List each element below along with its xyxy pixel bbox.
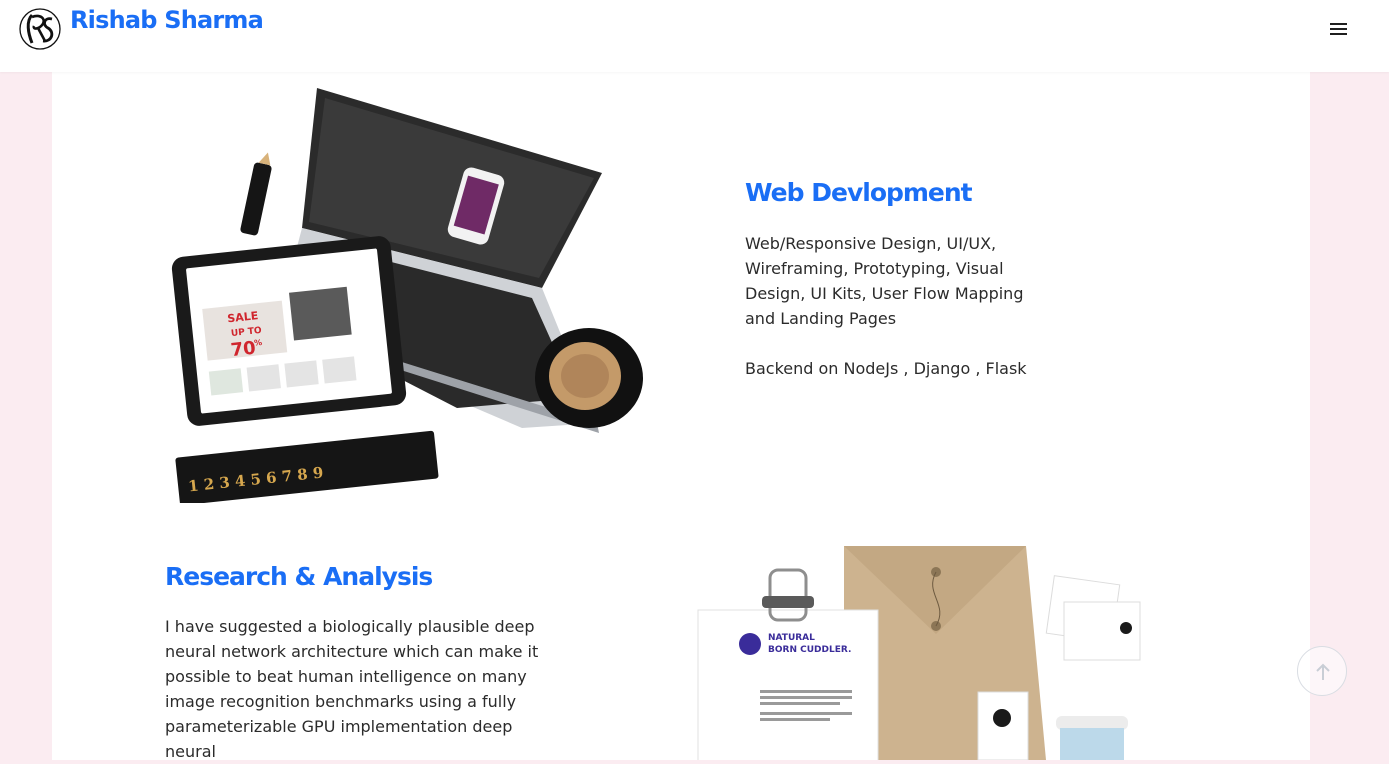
sale-value: 70 [230, 338, 257, 362]
coffee-cup-illustration [535, 328, 643, 428]
ruler-illustration: 1 2 3 4 5 6 7 8 9 [175, 430, 439, 503]
rs-monogram-logo[interactable] [18, 7, 62, 51]
laptop-tablet-coffee-mockup: SALE UP TO 70 % 1 2 3 4 5 6 7 8 9 [171, 88, 643, 503]
service-description-research: I have suggested a biologically plausibl… [165, 614, 565, 764]
sale-unit: % [254, 338, 263, 348]
service-description-text: I have suggested a biologically plausibl… [165, 617, 539, 761]
service-title-web-development: Web Devlopment [745, 178, 973, 207]
brand-line-1: NATURAL [768, 633, 815, 643]
pencil-illustration [240, 152, 272, 236]
service-description-web-development: Web/Responsive Design, UI/UX, Wireframin… [745, 231, 1057, 381]
back-to-top-button[interactable] [1297, 646, 1347, 696]
arrow-up-icon [1316, 663, 1330, 680]
brand-line-2: BORN CUDDLER. [768, 645, 851, 655]
services-section: SALE UP TO 70 % 1 2 3 4 5 6 7 8 9 Web De… [52, 60, 1310, 761]
hamburger-menu-icon[interactable] [1330, 22, 1348, 36]
stationery-branding-mockup: NATURAL BORN CUDDLER. [697, 546, 1141, 760]
brand-name[interactable]: Rishab Sharma [70, 6, 264, 34]
site-header: Rishab Sharma [0, 0, 1389, 72]
service-description-text: Web/Responsive Design, UI/UX, Wireframin… [745, 234, 1024, 328]
service-backend-text: Backend on NodeJs , Django , Flask [745, 359, 1027, 378]
tablet-illustration: SALE UP TO 70 % [171, 236, 407, 426]
service-title-research: Research & Analysis [165, 562, 433, 591]
